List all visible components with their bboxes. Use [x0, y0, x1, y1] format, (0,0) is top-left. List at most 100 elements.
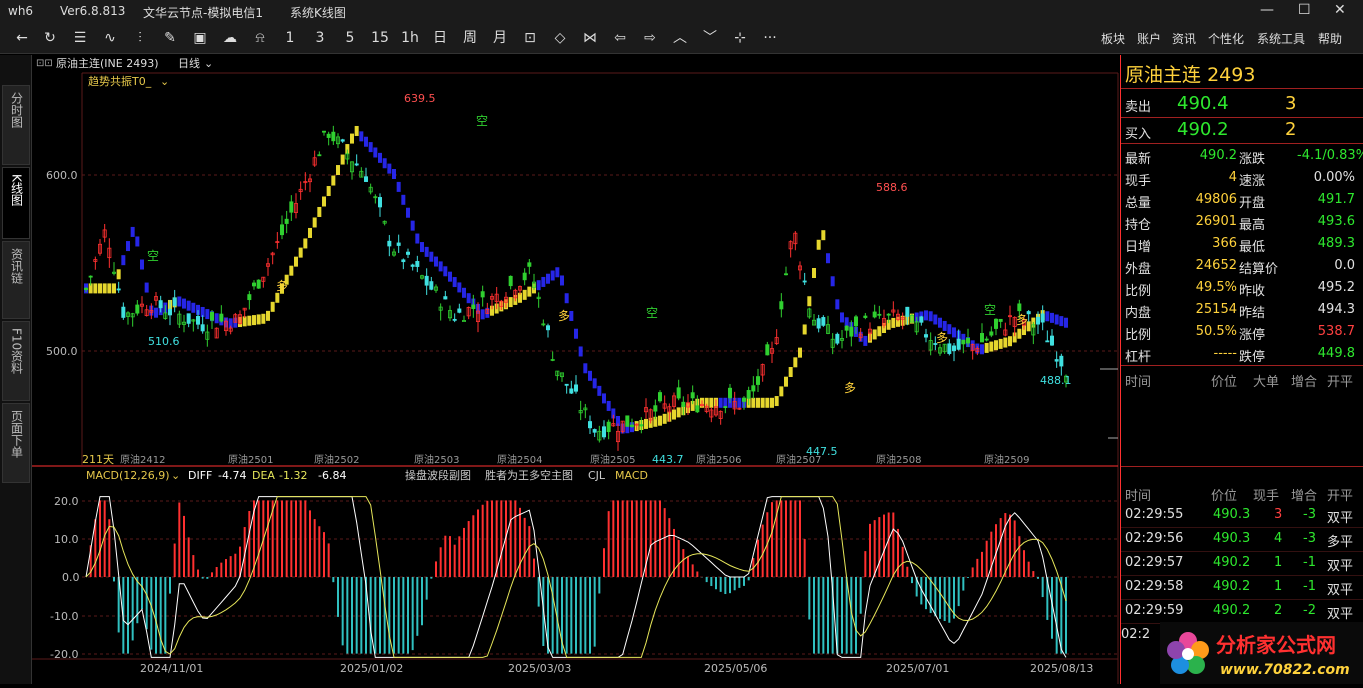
subchart-tab[interactable]: 操盘波段副图 — [405, 468, 471, 482]
quote-field-label: 外盘 — [1125, 262, 1152, 277]
trade-time: 02:29:58 — [1125, 579, 1184, 594]
bull-signal-marker: 多 — [558, 309, 570, 323]
period-5-button[interactable]: 5 — [340, 26, 360, 50]
contract-label: 原油2501 — [228, 453, 273, 466]
cloud-icon[interactable]: ☁ — [220, 26, 240, 50]
watermark-logo: 分析家公式网 www.70822.com — [1160, 622, 1363, 684]
macd-dea-value: -1.32 — [279, 469, 307, 482]
col-openclose: 开平 — [1327, 375, 1354, 390]
quote-field-label: 内盘 — [1125, 306, 1152, 321]
menu-news[interactable]: 资讯 — [1172, 30, 1196, 47]
price-tick-500: 500.0 — [46, 345, 78, 358]
menu-account[interactable]: 账户 — [1137, 30, 1161, 47]
close-button[interactable]: ✕ — [1334, 2, 1346, 18]
maximize-button[interactable]: ☐ — [1298, 2, 1311, 18]
chart-area[interactable]: ⊡⊡ 原油主连(INE 2493) 日线 ⌄ 趋势共振T0_ ⌄ 600.0 5… — [32, 55, 1120, 684]
period-month-button[interactable]: 月 — [490, 26, 510, 50]
bell-icon[interactable]: ⍾ — [250, 26, 270, 50]
quote-field-value: 449.8 — [1317, 346, 1355, 361]
quote-field-value: 26901 — [1195, 214, 1237, 229]
col-oi-change: 增合 — [1291, 489, 1318, 504]
menu-help[interactable]: 帮助 — [1318, 30, 1342, 47]
crosshair-icon[interactable]: ⊹ — [730, 26, 750, 50]
scroll-right-icon[interactable]: ⇨ — [640, 26, 660, 50]
period-1h-button[interactable]: 1h — [400, 26, 420, 50]
refresh-icon[interactable]: ↻ — [40, 26, 60, 50]
bull-signal-marker: 多 — [276, 279, 288, 293]
macd-tick: -10.0 — [50, 610, 78, 623]
tab-timeshare[interactable]: 分时图 — [2, 85, 30, 165]
partial-time: 02:2 — [1121, 627, 1151, 642]
zoom-in-icon[interactable]: ◇ — [550, 26, 570, 50]
quote-field-value: 489.3 — [1317, 236, 1355, 251]
quote-field-label: 比例 — [1125, 284, 1152, 299]
screen-icon[interactable]: ▣ — [190, 26, 210, 50]
trade-price: 490.3 — [1213, 507, 1251, 522]
macd-tick: 20.0 — [54, 495, 79, 508]
line-chart-icon[interactable]: ∿ — [100, 26, 120, 50]
macd-dropdown-icon[interactable]: ⌄ — [171, 469, 180, 482]
contract-label: 原油2412 — [120, 453, 165, 466]
quote-name: 原油主连 — [1125, 64, 1202, 86]
list-icon[interactable]: ☰ — [70, 26, 90, 50]
period-week-button[interactable]: 周 — [460, 26, 480, 50]
mainchart-tab[interactable]: 胜者为王多空主图 — [485, 468, 573, 482]
bid-label: 买入 — [1125, 127, 1152, 142]
trade-type: 双平 — [1327, 511, 1354, 526]
quote-field-label: 日增 — [1125, 240, 1152, 255]
draw-tool-icon[interactable]: ✎ — [160, 26, 180, 50]
tab-timeshare-label: 分时图 — [9, 92, 24, 128]
period-selector[interactable]: 日线 — [178, 56, 200, 70]
contract-label: 原油2507 — [776, 453, 821, 466]
quote-field-value: ----- — [1213, 346, 1237, 361]
quote-field-value: 0.00% — [1313, 170, 1355, 185]
period-3-button[interactable]: 3 — [310, 26, 330, 50]
quote-field-label: 昨结 — [1239, 306, 1266, 321]
col-price: 价位 — [1211, 375, 1238, 390]
back-arrow-icon[interactable]: ← — [12, 26, 32, 50]
quote-field-label: 总量 — [1125, 196, 1152, 211]
contract-label: 原油2502 — [314, 453, 359, 466]
menu-sector[interactable]: 板块 — [1101, 30, 1125, 47]
tab-news-chain[interactable]: 资讯链 — [2, 241, 30, 319]
period-1-button[interactable]: 1 — [280, 26, 300, 50]
period-day-button[interactable]: 日 — [430, 26, 450, 50]
quote-field-value: 493.6 — [1317, 214, 1355, 229]
trade-type: 双平 — [1327, 583, 1354, 598]
macd-dea-label: DEA — [252, 469, 275, 482]
bar-count: 211天 — [82, 453, 114, 466]
indicator-dropdown-icon[interactable]: ⌄ — [160, 75, 169, 88]
period-dropdown-icon[interactable]: ⌄ — [204, 57, 213, 70]
macd-hist-value: -6.84 — [318, 469, 346, 482]
zoom-out-icon[interactable]: ⋈ — [580, 26, 600, 50]
period-15-button[interactable]: 15 — [370, 26, 390, 50]
tab-order[interactable]: 页面下单 — [2, 403, 30, 483]
quote-field-label: 杠杆 — [1125, 350, 1152, 365]
more-icon[interactable]: ··· — [760, 26, 780, 50]
kline-icon[interactable]: ⫶ — [130, 26, 150, 50]
chevron-down-icon[interactable]: ﹀ — [700, 26, 720, 50]
macd-tab[interactable]: MACD — [615, 469, 648, 482]
trade-time: 02:29:55 — [1125, 507, 1184, 522]
macd-label[interactable]: MACD(12,26,9) — [86, 469, 170, 482]
high-label-1: 639.5 — [404, 92, 436, 105]
tab-kline[interactable]: K线图 — [2, 167, 30, 239]
menu-system-tools[interactable]: 系统工具 — [1257, 30, 1305, 47]
date-label: 2025/03/03 — [508, 662, 571, 675]
chevron-up-icon[interactable]: ︿ — [670, 26, 690, 50]
kline-chart[interactable]: ⊡⊡ 原油主连(INE 2493) 日线 ⌄ 趋势共振T0_ ⌄ 600.0 5… — [32, 55, 1120, 684]
custom-period-icon[interactable]: ⊡ — [520, 26, 540, 50]
menu-personalize[interactable]: 个性化 — [1208, 30, 1244, 47]
contract-label: 原油2509 — [984, 453, 1029, 466]
trade-time: 02:29:57 — [1125, 555, 1184, 570]
tab-f10[interactable]: F10资料 — [2, 321, 30, 401]
low-label-2: 443.7 — [652, 453, 684, 466]
scroll-left-icon[interactable]: ⇦ — [610, 26, 630, 50]
indicator-name[interactable]: 趋势共振T0_ — [88, 74, 152, 88]
quote-field-label: 最低 — [1239, 240, 1266, 255]
contract-label: 原油2504 — [497, 453, 542, 466]
minimize-button[interactable]: — — [1260, 2, 1274, 18]
trade-oi-change: -3 — [1303, 531, 1316, 546]
bull-signal-marker: 多 — [844, 381, 856, 395]
cjl-tab[interactable]: CJL — [588, 469, 606, 482]
